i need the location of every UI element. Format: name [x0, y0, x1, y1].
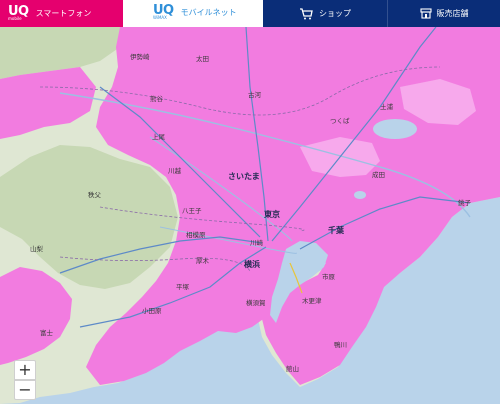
label-saitama: さいたま: [228, 171, 260, 181]
uq-mobile-logo: UQ mobile: [8, 3, 29, 21]
label-fuji: 富士: [40, 328, 54, 337]
store-icon: [419, 8, 432, 19]
label-chichibu: 秩父: [88, 190, 102, 199]
cart-icon: [300, 7, 313, 19]
label-hachioji: 八王子: [182, 207, 202, 215]
lake-imba: [354, 191, 366, 199]
label-kumagaya: 熊谷: [150, 94, 164, 103]
label-hiratsuka: 平塚: [176, 282, 190, 291]
label-kamogawa: 鴨川: [334, 340, 347, 349]
lake-kasumigaura: [373, 119, 417, 139]
label-ichihara: 市原: [322, 272, 336, 281]
store-label: 販売店舗: [436, 9, 469, 18]
label-koga: 古河: [248, 90, 262, 99]
label-yamanashi: 山梨: [30, 244, 44, 253]
label-yokohama: 横浜: [244, 259, 260, 269]
label-ota: 太田: [196, 54, 209, 63]
map-canvas[interactable]: 伊勢崎 太田 上尾 熊谷 古河 つくば 土浦 さいたま 川越 東京 千葉 八王子…: [0, 27, 500, 404]
zoom-in-button[interactable]: +: [14, 360, 36, 380]
label-kawasaki: 川崎: [250, 238, 264, 247]
coverage-map[interactable]: 伊勢崎 太田 上尾 熊谷 古河 つくば 土浦 さいたま 川越 東京 千葉 八王子…: [0, 27, 500, 404]
label-isesaki: 伊勢崎: [130, 52, 150, 61]
label-yokosuka: 横須賀: [246, 298, 266, 307]
tab-mobile-net-label: モバイルネット: [180, 8, 237, 17]
shop-link[interactable]: ショップ: [263, 0, 387, 27]
label-ageo: 上尾: [152, 132, 166, 141]
label-tsuchiura: 土浦: [380, 102, 394, 111]
label-chiba: 千葉: [328, 225, 345, 235]
tab-smartphone[interactable]: UQ mobile スマートフォン: [0, 0, 123, 27]
store-link[interactable]: 販売店舗: [387, 0, 500, 27]
label-kisarazu: 木更津: [302, 296, 322, 305]
label-tsukuba: つくば: [330, 116, 350, 125]
uq-wimax-logo: UQ WiMAX: [153, 2, 174, 20]
label-sagamihara: 相模原: [186, 230, 206, 239]
tab-mobile-net[interactable]: UQ WiMAX モバイルネット: [123, 0, 263, 27]
label-kawagoe: 川越: [168, 166, 182, 175]
shop-label: ショップ: [319, 9, 351, 18]
label-choshi: 銚子: [458, 198, 472, 207]
label-odawara: 小田原: [142, 306, 162, 315]
label-atsugi: 厚木: [196, 256, 210, 265]
label-tokyo: 東京: [264, 209, 280, 219]
label-narita: 成田: [372, 170, 385, 179]
top-navigation: UQ mobile スマートフォン UQ WiMAX モバイルネット ショップ …: [0, 0, 500, 27]
tab-smartphone-label: スマートフォン: [35, 9, 92, 18]
zoom-out-button[interactable]: −: [14, 380, 36, 400]
label-tateyama: 館山: [286, 364, 299, 373]
